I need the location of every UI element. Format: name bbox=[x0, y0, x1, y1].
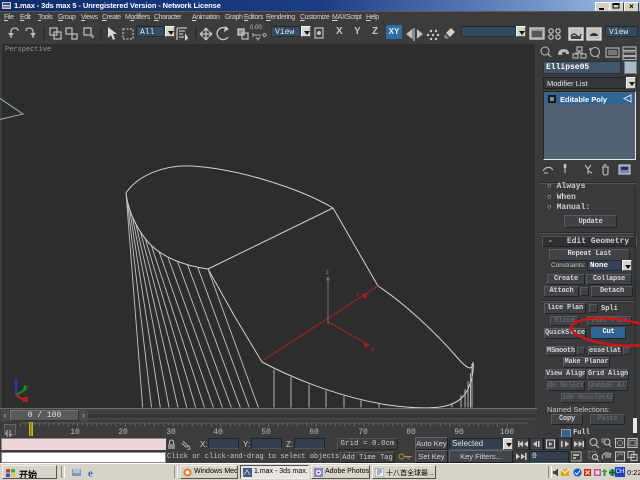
svg-text:80: 80 bbox=[406, 428, 416, 437]
svg-text:30: 30 bbox=[166, 428, 176, 437]
svg-text:10: 10 bbox=[70, 428, 80, 437]
svg-text:e: e bbox=[88, 468, 93, 479]
svg-text:50: 50 bbox=[261, 428, 271, 437]
svg-text:40: 40 bbox=[213, 428, 223, 437]
svg-text:70: 70 bbox=[358, 428, 368, 437]
svg-text:100: 100 bbox=[500, 428, 515, 437]
svg-text:20: 20 bbox=[118, 428, 128, 437]
svg-text:x: x bbox=[356, 292, 360, 299]
svg-text:z: z bbox=[326, 269, 330, 276]
svg-text:90: 90 bbox=[454, 428, 464, 437]
svg-text:y: y bbox=[371, 346, 375, 353]
svg-text:60: 60 bbox=[309, 428, 319, 437]
